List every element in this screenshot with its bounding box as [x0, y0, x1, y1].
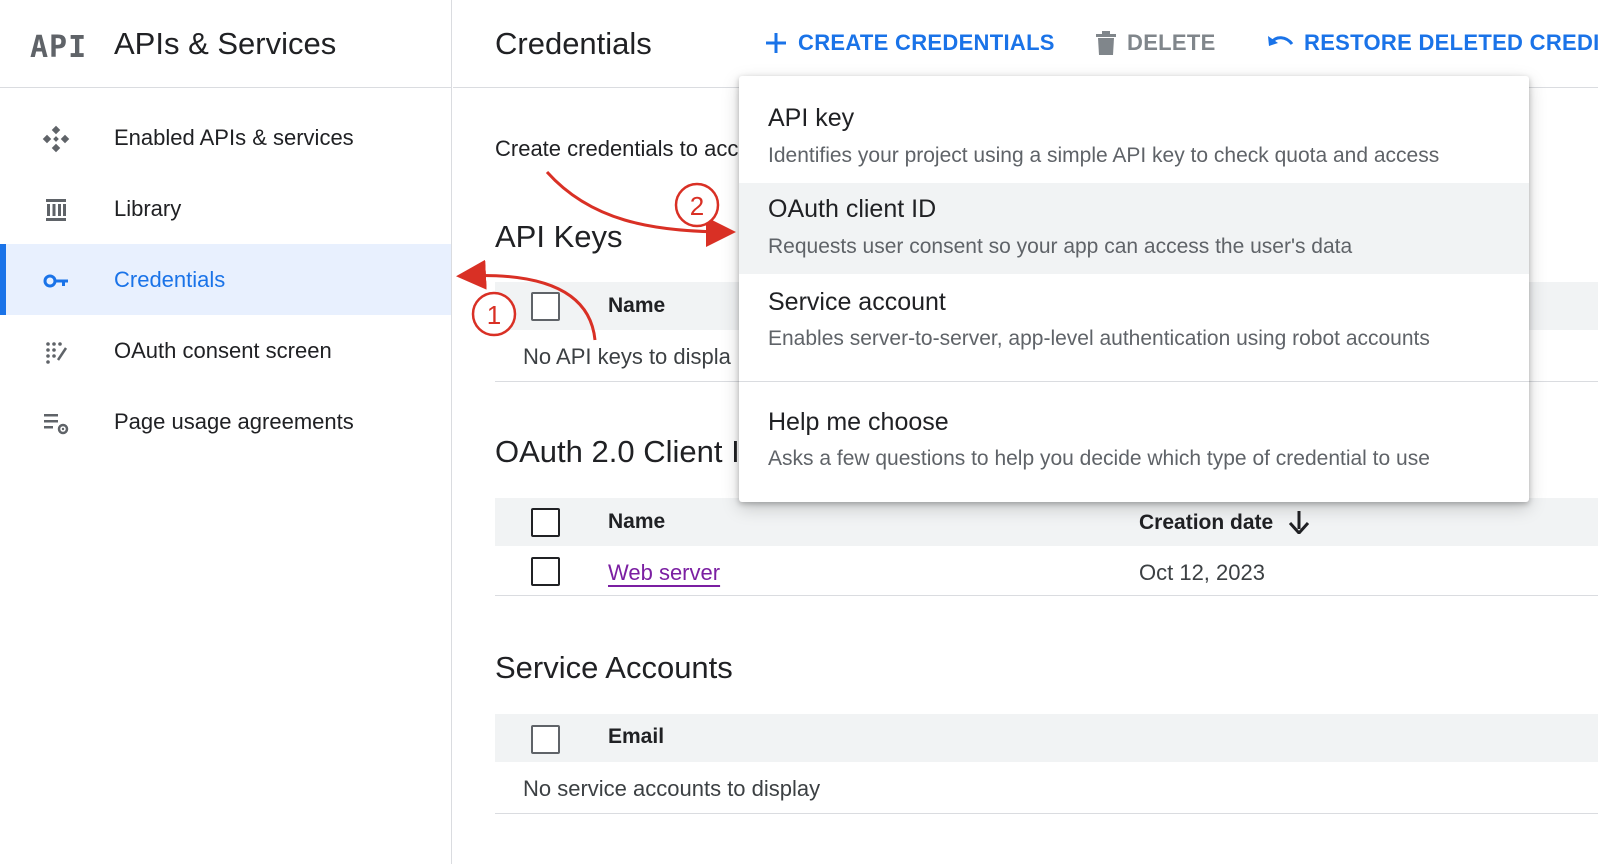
api-logo: API	[30, 30, 88, 65]
menu-item-api-key[interactable]: API key Identifies your project using a …	[739, 92, 1529, 182]
menu-item-title: Help me choose	[768, 408, 949, 436]
menu-item-title: OAuth client ID	[768, 195, 937, 223]
menu-item-oauth-client-id[interactable]: OAuth client ID Requests user consent so…	[739, 183, 1529, 274]
diamond-grid-icon	[42, 125, 70, 153]
sidebar-item-label: Enabled APIs & services	[114, 124, 354, 150]
sidebar-item-oauth-consent[interactable]: OAuth consent screen	[0, 315, 451, 386]
column-header-name: Name	[608, 510, 666, 533]
menu-divider	[739, 381, 1529, 382]
select-all-checkbox[interactable]	[531, 508, 560, 537]
column-header-creation-date[interactable]: Creation date	[1139, 510, 1310, 536]
restore-deleted-credentials-button[interactable]: RESTORE DELETED CREDI	[1266, 30, 1598, 56]
sidebar-title: APIs & Services	[114, 26, 337, 61]
restore-label: RESTORE DELETED CREDI	[1304, 30, 1598, 55]
sidebar-item-library[interactable]: Library	[0, 173, 451, 244]
menu-item-help-me-choose[interactable]: Help me choose Asks a few questions to h…	[739, 394, 1529, 490]
create-credentials-menu: API key Identifies your project using a …	[739, 76, 1529, 502]
oauth-clients-title: OAuth 2.0 Client I	[495, 434, 740, 469]
empty-message: No service accounts to display	[523, 776, 821, 801]
creation-date-label: Creation date	[1139, 511, 1274, 534]
create-credentials-label: CREATE CREDENTIALS	[798, 30, 1055, 55]
menu-item-service-account[interactable]: Service account Enables server-to-server…	[739, 275, 1529, 367]
menu-item-description: Enables server-to-server, app-level auth…	[768, 327, 1430, 350]
sidebar-item-page-usage[interactable]: Page usage agreements	[0, 386, 451, 457]
menu-item-title: Service account	[768, 288, 946, 316]
service-accounts-empty-row: No service accounts to display	[495, 762, 1598, 814]
sidebar-item-enabled-apis[interactable]: Enabled APIs & services	[0, 102, 451, 173]
key-icon	[42, 267, 70, 295]
service-accounts-table-header: Email	[495, 714, 1598, 762]
api-keys-title: API Keys	[495, 219, 623, 254]
page-title: Credentials	[495, 26, 652, 61]
column-header-email: Email	[608, 725, 665, 748]
sidebar: API APIs & Services Enabled APIs & servi…	[0, 0, 452, 864]
menu-item-description: Requests user consent so your app can ac…	[768, 235, 1353, 258]
menu-item-description: Identifies your project using a simple A…	[768, 144, 1440, 167]
delete-label: DELETE	[1127, 30, 1216, 55]
table-row: Web server Oct 12, 2023	[495, 546, 1598, 596]
oauth-table-header: Name Creation date	[495, 498, 1598, 546]
sidebar-header: API APIs & Services	[0, 0, 451, 88]
menu-item-title: API key	[768, 104, 855, 132]
delete-button[interactable]: DELETE	[1095, 30, 1216, 56]
create-credentials-button[interactable]: CREATE CREDENTIALS	[764, 30, 1055, 56]
trash-icon	[1096, 31, 1116, 55]
select-all-checkbox[interactable]	[531, 725, 560, 754]
row-checkbox[interactable]	[531, 557, 560, 586]
sidebar-item-label: Credentials	[114, 266, 226, 292]
top-bar: Credentials CREATE CREDENTIALS DELETE RE…	[453, 0, 1598, 88]
select-all-checkbox[interactable]	[531, 292, 560, 321]
sidebar-item-credentials[interactable]: Credentials	[0, 244, 451, 315]
empty-message: No API keys to displa	[523, 344, 731, 369]
sidebar-item-label: Page usage agreements	[114, 408, 354, 434]
sidebar-item-label: OAuth consent screen	[114, 337, 332, 363]
undo-icon	[1268, 36, 1294, 46]
sidebar-item-label: Library	[114, 195, 182, 221]
service-accounts-title: Service Accounts	[495, 650, 733, 685]
arrow-down-icon	[1288, 511, 1310, 536]
sidebar-nav: Enabled APIs & services Library Credenti…	[0, 102, 451, 457]
library-icon	[42, 196, 70, 224]
menu-item-description: Asks a few questions to help you decide …	[768, 447, 1430, 470]
creation-date: Oct 12, 2023	[1139, 560, 1265, 585]
consent-icon	[42, 338, 70, 366]
settings-list-icon	[42, 409, 70, 437]
plus-icon	[766, 33, 786, 53]
column-header-name: Name	[608, 294, 666, 317]
intro-text: Create credentials to acc	[495, 136, 739, 161]
client-name-link[interactable]: Web server	[608, 560, 720, 586]
